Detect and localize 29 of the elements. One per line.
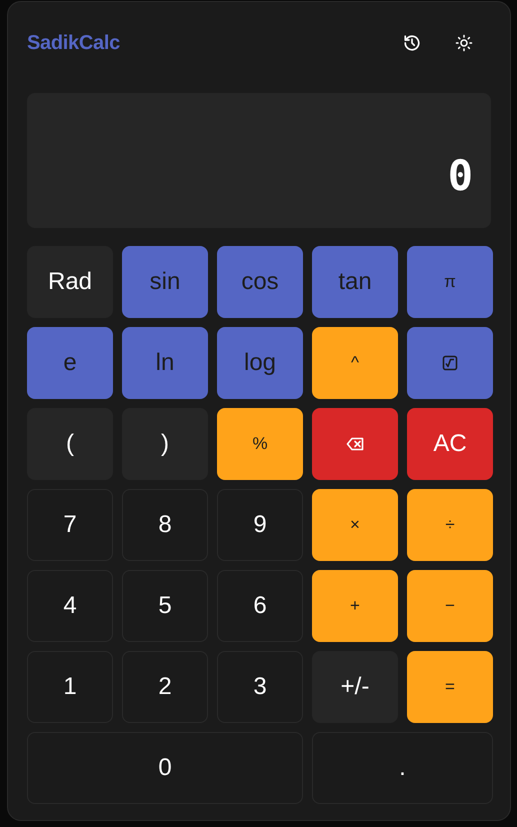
- square-root-icon: [442, 355, 458, 371]
- calculator-key[interactable]: Rad: [27, 246, 113, 318]
- sun-icon: [455, 34, 473, 52]
- calculator-key[interactable]: 1: [27, 651, 113, 723]
- calculator-key[interactable]: 3: [217, 651, 303, 723]
- history-icon: [403, 34, 421, 52]
- calculator-key[interactable]: ×: [312, 489, 398, 561]
- calculator-key[interactable]: (: [27, 408, 113, 480]
- calculator-key[interactable]: +/-: [312, 651, 398, 723]
- calculator-key[interactable]: =: [407, 651, 493, 723]
- calculator-key[interactable]: 7: [27, 489, 113, 561]
- calculator-key[interactable]: 5: [122, 570, 208, 642]
- calculator-key[interactable]: 2: [122, 651, 208, 723]
- calculator-key[interactable]: 8: [122, 489, 208, 561]
- calculator-key[interactable]: .: [312, 732, 493, 804]
- calculator-key[interactable]: AC: [407, 408, 493, 480]
- display-value: 0: [448, 150, 473, 200]
- app-title: SadikCalc: [27, 32, 120, 54]
- calculator-key[interactable]: −: [407, 570, 493, 642]
- calculator-key[interactable]: 9: [217, 489, 303, 561]
- calculator-key[interactable]: ): [122, 408, 208, 480]
- backspace-icon: [346, 437, 364, 451]
- calculator-key[interactable]: +: [312, 570, 398, 642]
- calculator-key[interactable]: %: [217, 408, 303, 480]
- calculator-key[interactable]: 4: [27, 570, 113, 642]
- calculator-key[interactable]: ^: [312, 327, 398, 399]
- calculator-key[interactable]: ÷: [407, 489, 493, 561]
- calculator-key[interactable]: 0: [27, 732, 303, 804]
- calculator-key[interactable]: 6: [217, 570, 303, 642]
